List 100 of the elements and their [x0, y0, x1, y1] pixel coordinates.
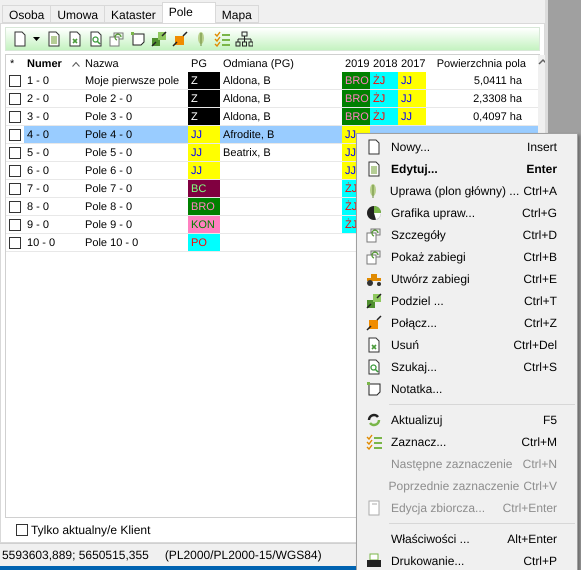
document-icon[interactable] [12, 31, 28, 47]
column-header[interactable]: Nazwa [85, 58, 119, 70]
table-cell: 7 - 0 [27, 182, 50, 194]
table-cell: Moje pierwsze pole [85, 74, 180, 86]
menu-item[interactable]: Podziel ... Ctrl+T [357, 290, 577, 312]
table-cell: Aldona, B [223, 74, 271, 86]
document-lines-icon [366, 161, 382, 177]
checkbox-label[interactable]: Tylko aktualny/e Klient [31, 523, 150, 537]
checkbox[interactable] [16, 524, 28, 536]
menu-item[interactable]: Drukowanie... Ctrl+P [357, 550, 577, 570]
menu-item[interactable]: Notatka... [357, 378, 577, 400]
search-icon[interactable] [88, 31, 104, 47]
crop-code-cell: JJ [398, 90, 426, 107]
menu-item[interactable]: Zaznacz... Ctrl+M [357, 431, 577, 453]
table-cell: Beatrix, B [223, 146, 271, 158]
document-lines-icon[interactable] [46, 31, 62, 47]
menu-item[interactable]: Właściwości ... Alt+Enter [357, 528, 577, 550]
merge-icon[interactable] [172, 31, 188, 47]
table-cell: Pole 5 - 0 [85, 146, 132, 158]
note-icon[interactable] [130, 31, 146, 47]
checkbox[interactable] [9, 200, 21, 212]
split-icon[interactable] [151, 31, 167, 47]
column-header[interactable]: 2019 [345, 58, 370, 70]
column-header[interactable]: Odmiana (PG) [223, 58, 294, 70]
column-header[interactable]: PG [191, 58, 207, 70]
checkbox[interactable] [9, 92, 21, 104]
table-cell: 2,3308 ha [473, 92, 522, 104]
menu-item[interactable]: Aktualizuj F5 [357, 409, 577, 431]
crop-code-cell: Z [188, 72, 220, 89]
crop-code-cell: ŻJ [370, 108, 398, 125]
menu-item[interactable]: Połącz... Ctrl+Z [357, 312, 577, 334]
crop-code-cell: ŻJ [370, 90, 398, 107]
table-row[interactable]: 3 - 0 Pole 3 - 0 Z Aldona, B BRO ŻJ JJ 0,4097 ha [6, 108, 538, 126]
delete-icon [366, 337, 382, 353]
tab[interactable]: Mapa [214, 5, 259, 23]
table-cell: Aldona, B [223, 92, 271, 104]
crop-code-cell: JJ [398, 108, 426, 125]
crop-code-cell: BRO [342, 90, 370, 107]
table-cell: 4 - 0 [27, 128, 50, 140]
table-cell: 6 - 0 [27, 164, 50, 176]
table-cell: Aldona, B [223, 110, 271, 122]
crop-code-cell: BRO [342, 108, 370, 125]
checkbox[interactable] [9, 218, 21, 230]
crop-code-cell: BC [188, 180, 220, 197]
column-header[interactable]: 2017 [401, 58, 426, 70]
menu-item[interactable]: Utwórz zabiegi Ctrl+E [357, 268, 577, 290]
checkbox[interactable] [9, 74, 21, 86]
crop-code-cell: BRO [188, 198, 220, 215]
table-row[interactable]: 2 - 0 Pole 2 - 0 Z Aldona, B BRO ŻJ JJ 2,3308 ha [6, 90, 538, 108]
checkbox[interactable] [9, 146, 21, 158]
form-icon [366, 500, 382, 516]
crop-code-cell: Z [188, 90, 220, 107]
window-icon [366, 227, 382, 243]
window-icon [366, 249, 382, 265]
table-cell: 10 - 0 [27, 236, 56, 248]
table-cell: 8 - 0 [27, 200, 50, 212]
tab[interactable]: Umowa [50, 5, 106, 23]
table-cell: 0,4097 ha [473, 110, 522, 122]
table-cell: 3 - 0 [27, 110, 50, 122]
column-header[interactable]: Numer [27, 58, 62, 70]
tab[interactable]: Kataster [104, 5, 163, 23]
column-header[interactable]: 2018 [373, 58, 398, 70]
table-cell: Pole 8 - 0 [85, 200, 132, 212]
tree-icon[interactable] [235, 31, 253, 47]
table-cell: 9 - 0 [27, 218, 50, 230]
table-row[interactable]: 1 - 0 Moje pierwsze pole Z Aldona, B BRO ŻJ JJ 5,0411 ha [6, 72, 538, 90]
projection-text: (PL2000/PL2000-15/WGS84) [164, 548, 322, 562]
pie-chart-icon [366, 205, 382, 221]
refresh-icon [366, 412, 382, 428]
checkbox[interactable] [9, 182, 21, 194]
table-cell: Pole 6 - 0 [85, 164, 132, 176]
checkbox[interactable] [9, 164, 21, 176]
crop-code-cell: JJ [398, 72, 426, 89]
menu-item[interactable]: Usuń Ctrl+Del [357, 334, 577, 356]
table-cell: 5 - 0 [27, 146, 50, 158]
table-cell: Pole 2 - 0 [85, 92, 132, 104]
window-icon[interactable] [109, 31, 125, 47]
checklist-icon[interactable] [214, 31, 230, 47]
search-icon [366, 359, 382, 375]
table-cell: Pole 10 - 0 [85, 236, 138, 248]
sort-caret-icon[interactable] [72, 60, 80, 66]
note-icon [366, 381, 382, 397]
table-cell: Afrodite, B [223, 128, 274, 140]
column-header[interactable]: * [10, 58, 14, 70]
tractor-icon [365, 271, 383, 287]
crop-code-cell: ŻJ [370, 72, 398, 89]
checkbox[interactable] [9, 128, 21, 140]
delete-icon[interactable] [67, 31, 83, 47]
checkbox[interactable] [9, 110, 21, 122]
crop-code-cell: JJ [188, 144, 220, 161]
column-header[interactable]: Powierzchnia pola [436, 58, 526, 70]
crop-code-cell: Z [188, 108, 220, 125]
menu-item[interactable]: Szukaj... Ctrl+S [357, 356, 577, 378]
tab[interactable]: Osoba [2, 5, 52, 23]
table-cell: Pole 7 - 0 [85, 182, 132, 194]
table-cell: Pole 4 - 0 [85, 128, 132, 140]
checkbox[interactable] [9, 236, 21, 248]
table-cell: 1 - 0 [27, 74, 50, 86]
printer-icon [366, 553, 382, 569]
tab[interactable]: Pole [162, 2, 216, 23]
